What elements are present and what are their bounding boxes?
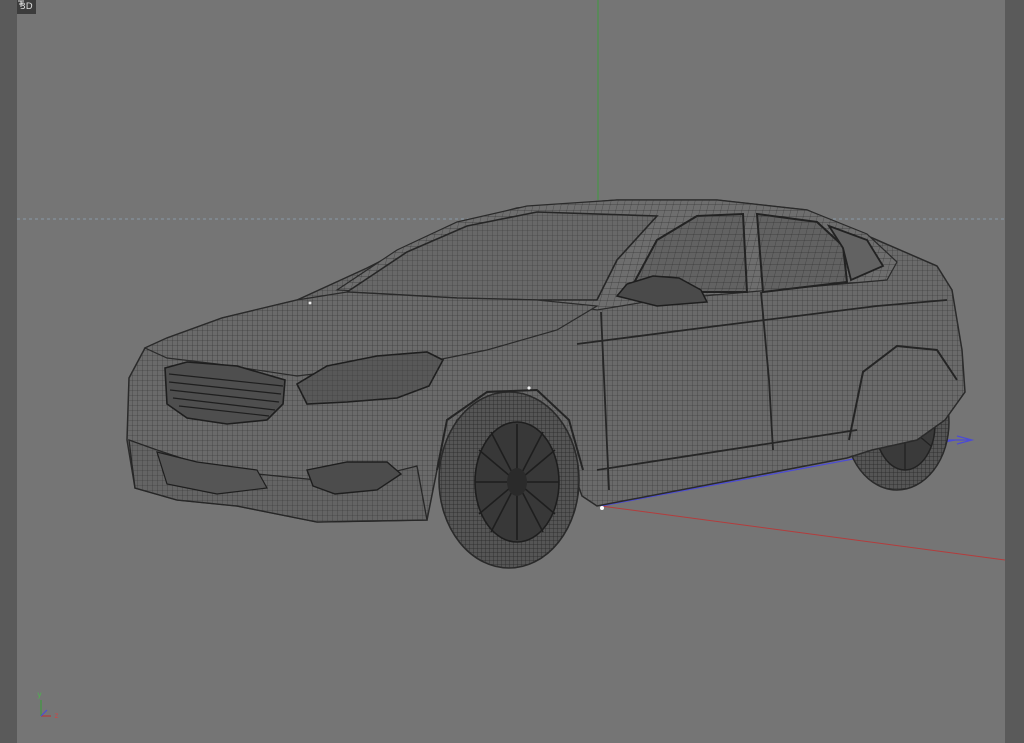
- 3d-viewport[interactable]: 3D y z: [17, 0, 1005, 743]
- pin-icon[interactable]: [17, 0, 25, 8]
- front-wheel[interactable]: [438, 391, 580, 569]
- axis-gizmo: y z: [35, 690, 67, 726]
- x-axis-line: [600, 505, 1005, 561]
- gizmo-z-label: z: [54, 711, 59, 720]
- viewport-scene[interactable]: [17, 0, 1005, 743]
- view-mode-badge[interactable]: 3D: [17, 0, 36, 14]
- editor-window: 3D y z: [0, 0, 1024, 743]
- gizmo-y-label: y: [37, 690, 42, 699]
- car-wireframe-model[interactable]: [126, 199, 966, 569]
